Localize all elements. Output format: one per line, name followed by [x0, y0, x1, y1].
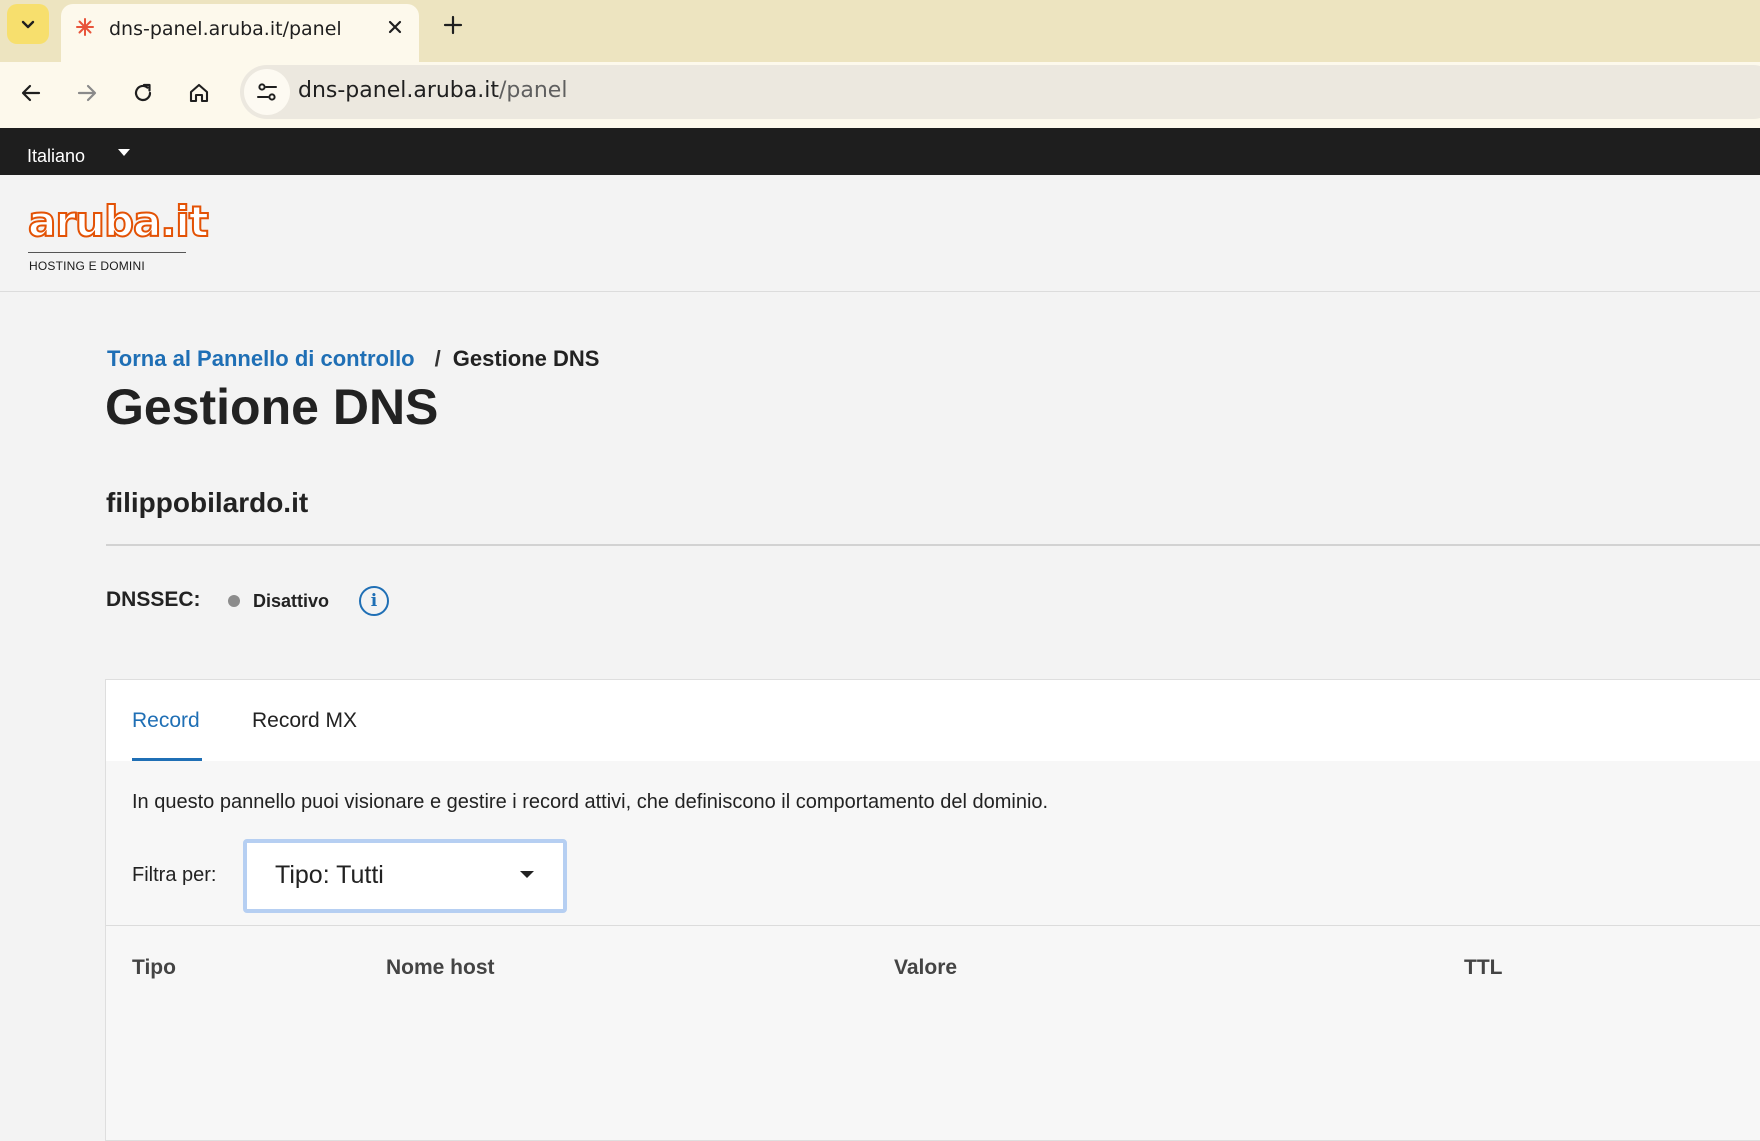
type-filter-value: Tipo: Tutti — [275, 861, 384, 889]
close-icon[interactable] — [383, 15, 407, 39]
status-dot — [228, 595, 240, 607]
column-header-tipo[interactable]: Tipo — [132, 956, 176, 980]
browser-toolbar: dns-panel.aruba.it/panel — [0, 62, 1760, 128]
tab-title: dns-panel.aruba.it/panel — [109, 18, 342, 40]
caret-down-icon — [520, 871, 534, 878]
new-tab-plus-icon[interactable] — [440, 12, 466, 38]
breadcrumb-separator: / — [434, 346, 441, 371]
breadcrumb-back-link[interactable]: Torna al Pannello di controllo — [107, 346, 415, 371]
column-header-ttl[interactable]: TTL — [1464, 956, 1502, 980]
home-button[interactable] — [182, 76, 216, 110]
dnssec-status: Disattivo — [253, 591, 330, 611]
url-text[interactable]: dns-panel.aruba.it/panel — [298, 78, 567, 103]
tab-record-mx[interactable]: Record MX — [252, 709, 357, 733]
language-selector[interactable]: Italiano — [27, 146, 85, 167]
caret-down-icon[interactable] — [118, 149, 130, 156]
panel-tabs: Record Record MX — [106, 680, 1760, 761]
breadcrumb-current: Gestione DNS — [452, 346, 600, 371]
address-bar[interactable]: dns-panel.aruba.it/panel — [240, 65, 1760, 119]
active-tab-indicator — [132, 758, 202, 761]
browser-tab-active[interactable]: dns-panel.aruba.it/panel — [61, 4, 419, 62]
records-panel: Record Record MX In questo pannello puoi… — [105, 679, 1760, 1141]
arrow-left-icon — [21, 84, 41, 102]
tab-record[interactable]: Record — [132, 709, 200, 733]
filter-label: Filtra per: — [132, 864, 217, 886]
back-button[interactable] — [14, 76, 48, 110]
home-icon — [189, 83, 209, 103]
column-header-nome-host[interactable]: Nome host — [386, 956, 495, 980]
domain-name: filippobilardo.it — [106, 487, 309, 518]
panel-description: In questo pannello puoi visionare e gest… — [132, 791, 1049, 813]
browser-tabstrip: dns-panel.aruba.it/panel — [0, 0, 1760, 62]
chevron-down-icon — [21, 20, 35, 29]
forward-button[interactable] — [70, 76, 104, 110]
site-info-button[interactable] — [244, 69, 290, 115]
url-path: /panel — [499, 78, 568, 103]
site-header: aruba.it HOSTING E DOMINI — [0, 175, 1760, 292]
dnssec-label: DNSSEC: — [106, 588, 201, 611]
reload-button[interactable] — [126, 76, 160, 110]
aruba-logo[interactable]: aruba.it HOSTING E DOMINI — [27, 196, 210, 275]
reload-icon — [134, 83, 152, 102]
arrow-right-icon — [77, 84, 97, 102]
url-host: dns-panel.aruba.it — [298, 78, 499, 103]
tab-search-button[interactable] — [7, 4, 49, 44]
aruba-favicon-icon — [76, 18, 94, 36]
logo-rule — [28, 252, 186, 253]
type-filter-select[interactable]: Tipo: Tutti — [243, 839, 567, 913]
tune-icon — [257, 83, 277, 101]
column-header-valore[interactable]: Valore — [894, 956, 957, 980]
language-bar: Italiano — [0, 128, 1760, 175]
info-icon[interactable]: i — [359, 586, 389, 616]
logo-tagline: HOSTING E DOMINI — [29, 259, 145, 273]
breadcrumb: Torna al Pannello di controllo / Gestione … — [107, 346, 599, 372]
logo-wordmark: aruba.it — [27, 196, 210, 247]
divider — [106, 544, 1760, 546]
page-title: Gestione DNS — [105, 379, 439, 435]
records-table-header: Tipo Nome host Valore TTL — [106, 925, 1760, 1006]
